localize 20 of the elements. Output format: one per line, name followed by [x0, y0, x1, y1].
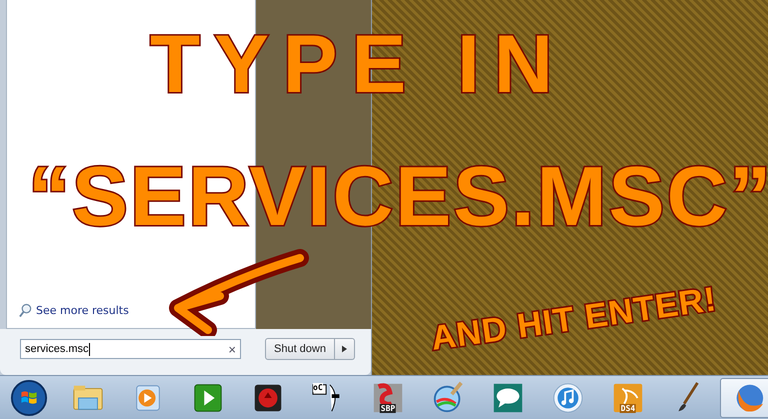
- search-icon: [19, 303, 32, 318]
- shut-down-options-button[interactable]: [334, 338, 355, 360]
- taskbar-button[interactable]: DS4: [600, 378, 656, 418]
- music-note-icon: [551, 381, 585, 415]
- ds4-logo-icon: [611, 381, 645, 415]
- paint-palette-icon: [431, 381, 465, 415]
- search-field[interactable]: services.msc ×: [20, 339, 241, 359]
- taskbar-button[interactable]: SBP: [360, 378, 416, 418]
- see-more-link[interactable]: See more results: [19, 303, 129, 318]
- annotation-note: AND HIT ENTER!: [428, 280, 720, 359]
- icon-label: DS4: [620, 404, 636, 413]
- sbp-logo-icon: [371, 381, 405, 415]
- icon-label: SBP: [380, 404, 396, 413]
- start-button[interactable]: [10, 377, 48, 419]
- speech-bubble-icon: [491, 381, 525, 415]
- shut-down-button[interactable]: Shut down: [265, 338, 335, 360]
- clear-button[interactable]: ×: [228, 342, 236, 356]
- caret-icon: [342, 345, 347, 353]
- taskbar-button[interactable]: oC: [300, 378, 356, 418]
- icon-label: oC: [313, 383, 323, 392]
